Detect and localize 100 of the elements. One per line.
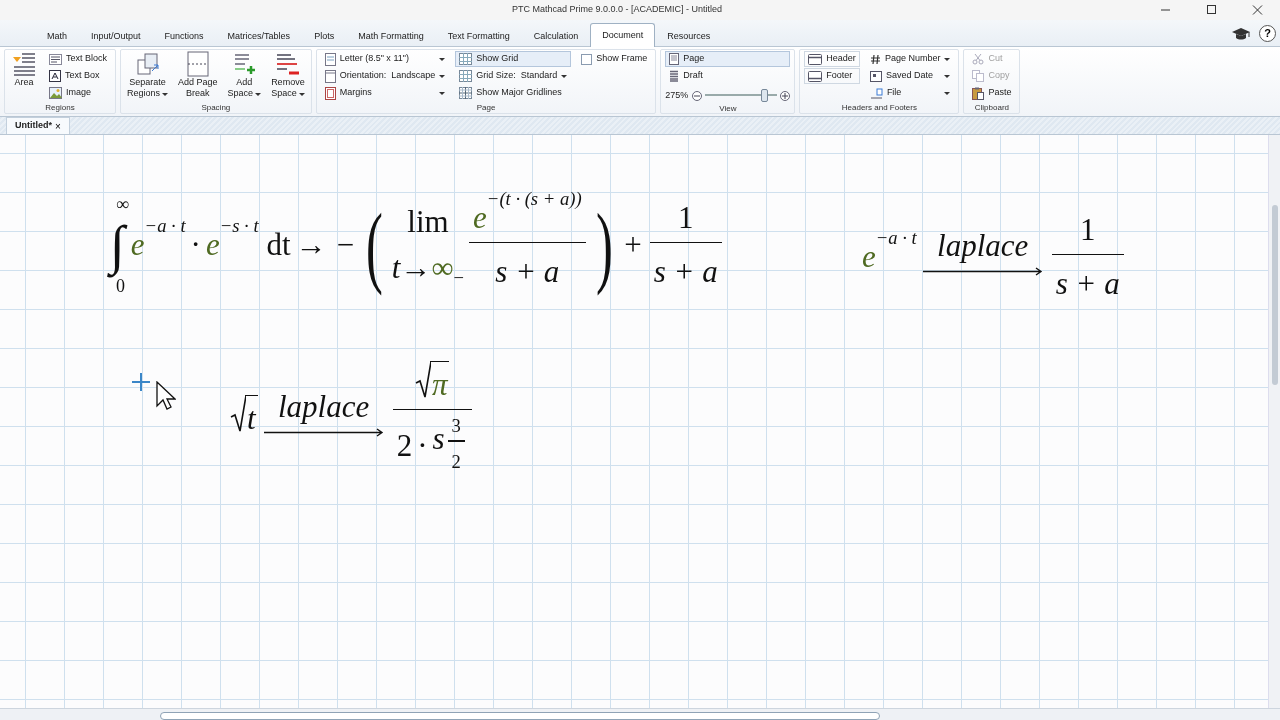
help-button[interactable]: ? (1259, 25, 1276, 42)
math-constant: ∞ (431, 249, 454, 288)
ribbon-button[interactable]: File (865, 85, 955, 101)
page-icon (669, 53, 680, 65)
math-variable: −a · t (875, 225, 917, 250)
document-tab[interactable]: Untitled* × (6, 117, 70, 134)
keyword: laplace (278, 387, 370, 426)
ribbon-button[interactable]: Remove Space (269, 51, 307, 99)
tab-title: Untitled* (15, 119, 52, 133)
header-icon (808, 53, 823, 65)
draft-icon (669, 70, 680, 82)
calendar-icon (869, 70, 882, 82)
ribbon-tab[interactable]: Text Formatting (435, 25, 522, 47)
math-number: 2 (451, 449, 461, 474)
file-icon (869, 87, 883, 99)
ribbon-button[interactable]: Image (45, 85, 111, 101)
math-number: 1 (678, 199, 694, 237)
ribbon-button[interactable]: Area (9, 51, 39, 88)
scissors-icon (972, 53, 985, 65)
ribbon-tab[interactable]: Matrices/Tables (215, 25, 303, 47)
ribbon-button[interactable]: Margins (320, 85, 450, 101)
ribbon-button[interactable]: Draft (665, 68, 791, 84)
graduation-cap-icon (1231, 26, 1251, 41)
copy-icon (972, 70, 985, 82)
group-label: Clipboard (973, 102, 1011, 113)
math-operator: + (624, 226, 642, 264)
ribbon-tab[interactable]: Math (35, 25, 79, 47)
ribbon-button[interactable]: Letter (8.5" x 11") (320, 51, 450, 67)
ribbon-button[interactable]: Add Page Break (176, 51, 220, 99)
ribbon-tab[interactable]: Resources (655, 25, 723, 47)
hash-icon (869, 53, 881, 65)
close-button[interactable]: × (55, 118, 61, 134)
ribbon-button[interactable]: Text Box (45, 68, 111, 84)
toggle-button[interactable]: Show Grid (455, 51, 572, 67)
math-variable: s + a (495, 253, 560, 291)
group-label: Regions (44, 102, 76, 113)
ribbon-button[interactable]: Text Block (45, 51, 111, 67)
ribbon-tab[interactable]: Math Formatting (346, 25, 436, 47)
checkbox[interactable]: Show Frame (577, 51, 652, 67)
group-label: View (718, 102, 738, 114)
math-number: 2 (396, 426, 413, 465)
arrow-icon (922, 267, 1043, 276)
ribbon-tab[interactable]: Document (590, 23, 656, 47)
footer-icon (808, 70, 823, 82)
upper-limit: ∞ (116, 195, 129, 214)
window-title: PTC Mathcad Prime 9.0.0.0 - [ACADEMIC] - Untitled (510, 3, 724, 17)
clipboard-icon (972, 86, 985, 100)
arrow-icon (263, 428, 384, 438)
zoom-in-button[interactable] (780, 90, 791, 101)
limit-operator: lim (407, 202, 449, 241)
text-box-icon (49, 70, 61, 82)
ribbon-tab[interactable]: Input/Output (79, 25, 153, 47)
ribbon-button[interactable]: Grid Size: Standard (455, 68, 572, 84)
scrollbar-thumb[interactable] (1272, 205, 1278, 385)
image-icon (49, 87, 62, 99)
margins-icon (324, 86, 336, 100)
group-label: Page (475, 102, 497, 113)
math-variable: s (432, 420, 445, 458)
math-variable: −a · t (144, 213, 186, 238)
ribbon-button[interactable]: Add Space (225, 51, 264, 99)
page-break-icon (185, 51, 210, 77)
area-icon (11, 51, 37, 77)
keyword: laplace (937, 226, 1029, 265)
math-number: 1 (1079, 211, 1096, 249)
add-space-icon (232, 51, 257, 77)
crosshair-cursor-icon (132, 373, 150, 391)
ribbon-button[interactable]: Separate Regions (125, 51, 171, 99)
math-operator: → (295, 226, 327, 264)
ribbon-button[interactable]: Footer (804, 68, 860, 84)
maximize-icon (1205, 5, 1217, 15)
grid-icon (459, 87, 473, 99)
ribbon-tab[interactable]: Plots (302, 25, 347, 47)
math-operator: − (453, 265, 465, 290)
math-variable: e (473, 199, 487, 237)
math-operator: → (400, 249, 432, 288)
math-variable: e (862, 238, 876, 276)
ribbon-tab[interactable]: Calculation (521, 25, 591, 47)
vertical-scrollbar[interactable] (1268, 135, 1280, 708)
ribbon-button[interactable]: Page Number (865, 51, 955, 67)
ribbon-button[interactable]: Orientation: Landscape (320, 68, 450, 84)
math-operator: · (190, 226, 201, 264)
ribbon-button[interactable]: Page (665, 51, 791, 67)
ribbon-tab[interactable]: Functions (152, 25, 216, 47)
math-operator: − (336, 226, 355, 264)
zoom-out-button[interactable] (692, 90, 703, 101)
ribbon-button[interactable]: Saved Date (865, 68, 955, 84)
slider-thumb[interactable] (761, 89, 769, 103)
zoom-percentage: 275% (665, 89, 689, 102)
lower-limit: 0 (116, 277, 125, 296)
checkbox-icon[interactable] (581, 53, 593, 65)
math-variable: −s · t (219, 213, 259, 238)
ribbon-button[interactable]: Header (804, 51, 860, 67)
horizontal-scrollbar[interactable] (0, 708, 1280, 720)
minus-icon (694, 92, 701, 99)
scrollbar-thumb[interactable] (160, 712, 880, 720)
ribbon-button[interactable]: Paste (968, 85, 1016, 101)
math-variable: −(t · (s + a)) (486, 186, 582, 211)
toggle-button[interactable]: Show Major Gridlines (455, 85, 572, 101)
grid-icon (459, 70, 473, 82)
math-variable: t (247, 399, 256, 438)
